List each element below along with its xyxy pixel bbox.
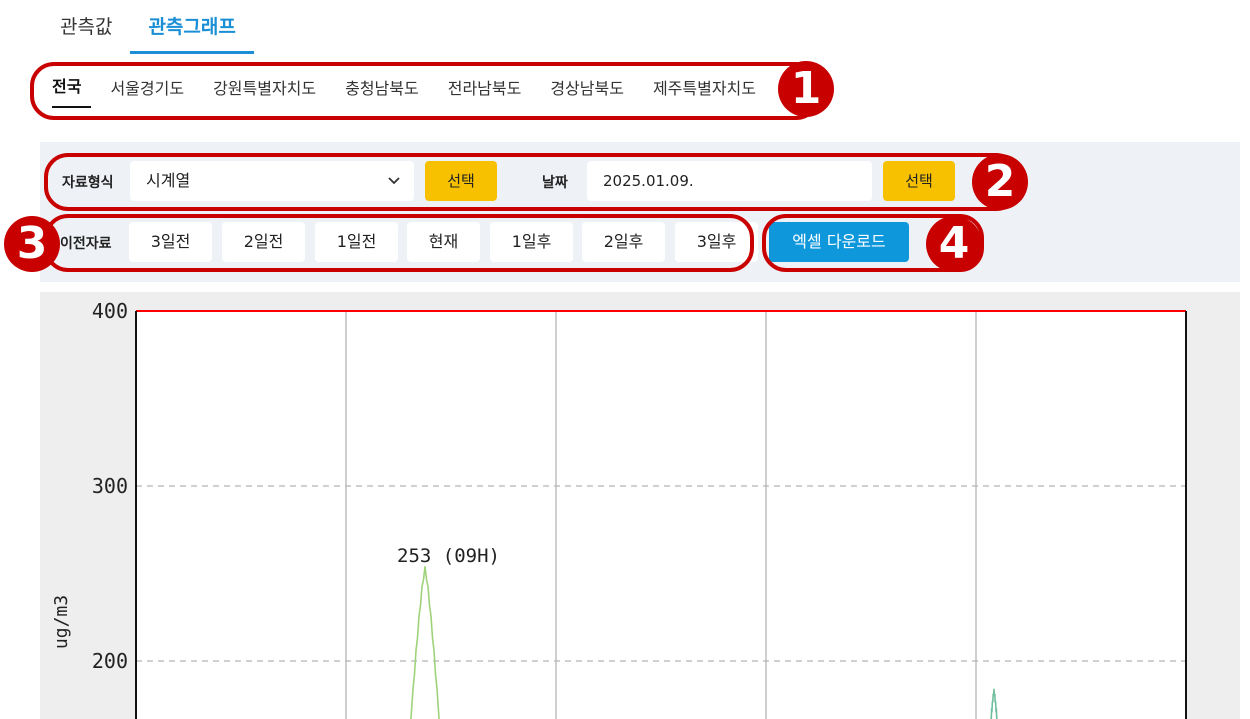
peak-annotation: 253 (09H) (397, 545, 500, 567)
region-tab-gyeongsang[interactable]: 경상남북도 (550, 75, 624, 108)
nav-3-days-before[interactable]: 3일전 (129, 222, 212, 262)
chevron-down-icon (388, 161, 400, 217)
region-tab-jeju[interactable]: 제주특별자치도 (653, 75, 756, 108)
annotation-marker-4: 4 (926, 216, 982, 272)
annotation-marker-2: 2 (972, 154, 1028, 210)
line-chart: 400 300 200 ug/m3 253 (09H) (51, 299, 1187, 719)
nav-1-day-before[interactable]: 1일전 (315, 222, 398, 262)
annotation-marker-3: 3 (4, 216, 60, 272)
date-select-button[interactable]: 선택 (883, 161, 955, 201)
region-tab-nationwide[interactable]: 전국 (52, 73, 92, 108)
top-tab-bar: 관측값 관측그래프 (44, 0, 254, 56)
y-tick-label: 200 (92, 649, 128, 673)
tab-observed-values[interactable]: 관측값 (44, 0, 130, 54)
y-tick-label: 400 (92, 299, 128, 323)
excel-download-button[interactable]: 엑셀 다운로드 (769, 222, 909, 262)
y-tick-label: 300 (92, 474, 128, 498)
y-axis-label: ug/m3 (51, 595, 72, 649)
region-tab-jeolla[interactable]: 전라남북도 (448, 75, 522, 108)
region-tab-seoul-gyeonggi[interactable]: 서울경기도 (110, 75, 184, 108)
nav-label: 이전자료 (60, 236, 112, 252)
date-field[interactable]: 2025.01.09. (587, 161, 872, 201)
annotation-marker-1: 1 (778, 61, 834, 117)
data-type-select-button[interactable]: 선택 (425, 161, 497, 201)
nav-3-days-after[interactable]: 3일후 (675, 222, 758, 262)
plot-background (136, 311, 1186, 719)
data-type-label: 자료형식 (62, 175, 114, 191)
tab-observed-graph[interactable]: 관측그래프 (130, 0, 254, 54)
nav-2-days-before[interactable]: 2일전 (222, 222, 305, 262)
data-type-select[interactable]: 시계열 (130, 161, 414, 201)
nav-1-day-after[interactable]: 1일후 (490, 222, 573, 262)
region-tab-gangwon[interactable]: 강원특별자치도 (213, 75, 316, 108)
chart-area: 400 300 200 ug/m3 253 (09H) (40, 292, 1240, 719)
nav-now[interactable]: 현재 (407, 222, 480, 262)
date-label: 날짜 (542, 175, 568, 191)
region-tab-bar: 전국 서울경기도 강원특별자치도 충청남북도 전라남북도 경상남북도 제주특별자… (52, 68, 756, 108)
region-tab-chungcheong[interactable]: 충청남북도 (345, 75, 419, 108)
data-type-value: 시계열 (146, 171, 191, 190)
nav-2-days-after[interactable]: 2일후 (582, 222, 665, 262)
